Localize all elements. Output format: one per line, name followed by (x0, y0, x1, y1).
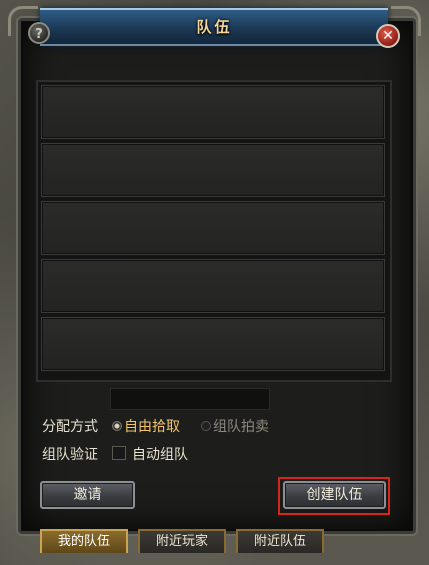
option-team-auction-label: 组队拍卖 (213, 419, 269, 435)
auto-team-label[interactable]: 自动组队 (132, 444, 188, 464)
verification-label: 组队验证 (42, 447, 98, 463)
tab-nearby-teams[interactable]: 附近队伍 (236, 529, 324, 553)
team-name-input[interactable] (110, 388, 270, 410)
team-member-slot[interactable] (41, 85, 385, 139)
create-team-button[interactable]: 创建队伍 (283, 481, 386, 509)
radio-free-pickup[interactable] (112, 421, 122, 431)
team-member-list (36, 80, 392, 382)
auto-team-checkbox[interactable] (112, 446, 126, 460)
team-member-slot[interactable] (41, 259, 385, 313)
window-title: 队伍 (196, 18, 233, 36)
invite-button[interactable]: 邀请 (40, 481, 135, 509)
tab-nearby-players[interactable]: 附近玩家 (138, 529, 226, 553)
option-free-pickup-label[interactable]: 自由拾取 (124, 416, 180, 436)
close-icon[interactable]: ✕ (376, 24, 400, 48)
tab-my-team[interactable]: 我的队伍 (40, 529, 128, 553)
team-member-slot[interactable] (41, 201, 385, 255)
team-member-slot[interactable] (41, 143, 385, 197)
distribution-label: 分配方式 (42, 419, 98, 435)
radio-team-auction (201, 421, 211, 431)
help-icon[interactable]: ? (28, 22, 50, 44)
team-member-slot[interactable] (41, 317, 385, 371)
